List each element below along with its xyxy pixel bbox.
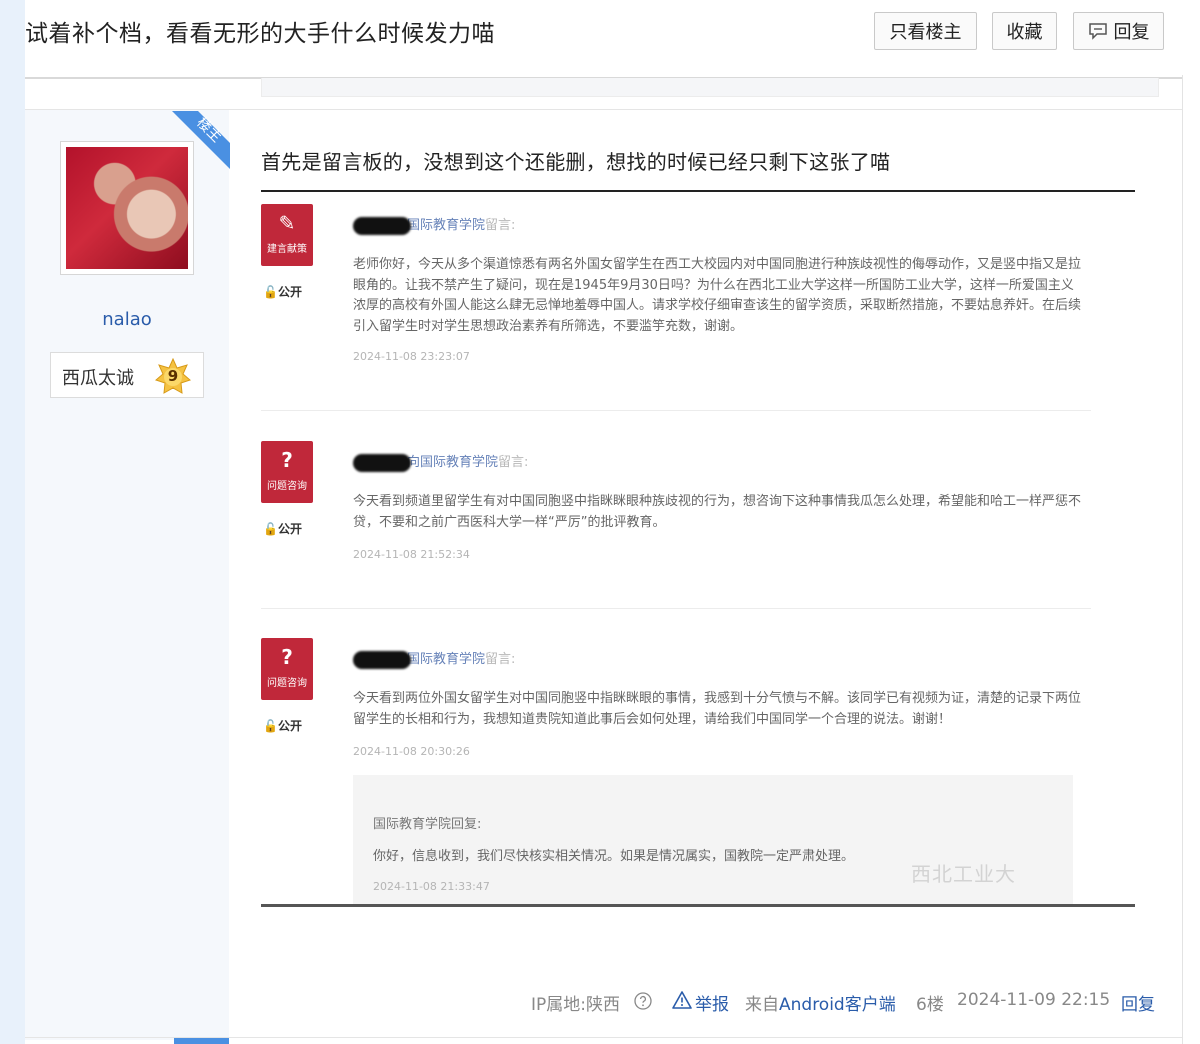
- message-body: 老师你好，今天从多个渠道惊悉有两名外国女留学生在西工大校园内对中国同胞进行种族歧…: [353, 257, 1082, 334]
- message-author: 国际教育学院留言:: [353, 648, 515, 669]
- reply-icon: [1088, 22, 1108, 40]
- level-star-icon: 9: [155, 357, 191, 394]
- reply-button-label: 回复: [1113, 22, 1150, 43]
- avatar[interactable]: [60, 141, 194, 275]
- reply-body: 你好，信息收到，我们尽快核实相关情况。如果是情况属实，国教院一定严肃处理。: [373, 849, 855, 864]
- ip-location: IP属地:陕西: [531, 995, 620, 1015]
- reply-time: 2024-11-08 21:33:47: [373, 880, 490, 893]
- favorite-button[interactable]: 收藏: [992, 12, 1057, 50]
- message-time: 2024-11-08 20:30:26: [353, 745, 470, 758]
- post-image[interactable]: ✎ 建言献策 🔓公开 国际教育学院留言: 老师你好，今天从多个渠道惊悉有两名外国…: [261, 190, 1135, 907]
- thread-header: 试着补个档，看看无形的大手什么时候发力喵 只看楼主 收藏 回复: [25, 0, 1182, 79]
- next-op-badge: [174, 1038, 229, 1044]
- previous-post-bottom: [261, 78, 1159, 97]
- report-link[interactable]: 举报: [695, 990, 729, 1015]
- thread-title: 试着补个档，看看无形的大手什么时候发力喵: [25, 21, 495, 47]
- reply-heading: 国际教育学院回复:: [373, 817, 482, 832]
- unlock-icon: 🔓公开: [263, 522, 302, 536]
- divider: [261, 410, 1091, 411]
- redaction: [353, 453, 411, 472]
- message-body: 今天看到两位外国女留学生对中国同胞竖中指眯眯眼的事情，我感到十分气愤与不解。该同…: [353, 691, 1082, 727]
- avatar-image: [66, 147, 188, 269]
- reply-button[interactable]: 回复: [1073, 12, 1164, 50]
- message-time: 2024-11-08 21:52:34: [353, 548, 470, 561]
- level-box[interactable]: 西瓜太诚 9: [50, 352, 204, 398]
- source-text: 来自Android客户端: [745, 995, 896, 1015]
- warning-icon[interactable]: [672, 991, 692, 1009]
- message-author: 向国际教育学院留言:: [353, 451, 528, 472]
- question-icon: ? 问题咨询: [261, 441, 313, 503]
- username[interactable]: nalao: [25, 309, 229, 330]
- unlock-icon: 🔓公开: [263, 719, 302, 733]
- watermark: 西北工业大: [911, 862, 1016, 886]
- content-right-border: [1182, 75, 1183, 1044]
- pencil-icon: ✎ 建言献策: [261, 204, 313, 266]
- page-left-strip: [0, 0, 25, 1044]
- reply-link[interactable]: 回复: [1121, 990, 1155, 1015]
- question-icon: ? 问题咨询: [261, 638, 313, 700]
- message-author: 国际教育学院留言:: [353, 214, 515, 235]
- post-text: 首先是留言板的，没想到这个还能删，想找的时候已经只剩下这张了喵: [261, 150, 891, 174]
- unlock-icon: 🔓公开: [263, 285, 302, 299]
- source-link[interactable]: Android客户端: [779, 995, 896, 1015]
- divider: [261, 608, 1091, 609]
- floor-number: 6楼: [916, 995, 944, 1015]
- help-icon[interactable]: [634, 992, 652, 1010]
- redaction: [353, 650, 411, 669]
- redaction: [353, 216, 411, 235]
- level-name: 西瓜太诚: [62, 368, 134, 389]
- level-number: 9: [167, 367, 179, 385]
- post-datetime: 2024-11-09 22:15: [957, 990, 1111, 1010]
- message-time: 2024-11-08 23:23:07: [353, 350, 470, 363]
- only-op-button[interactable]: 只看楼主: [874, 12, 977, 50]
- message-body: 今天看到频道里留学生有对中国同胞竖中指眯眯眼种族歧视的行为，想咨询下这种事情我瓜…: [353, 494, 1082, 530]
